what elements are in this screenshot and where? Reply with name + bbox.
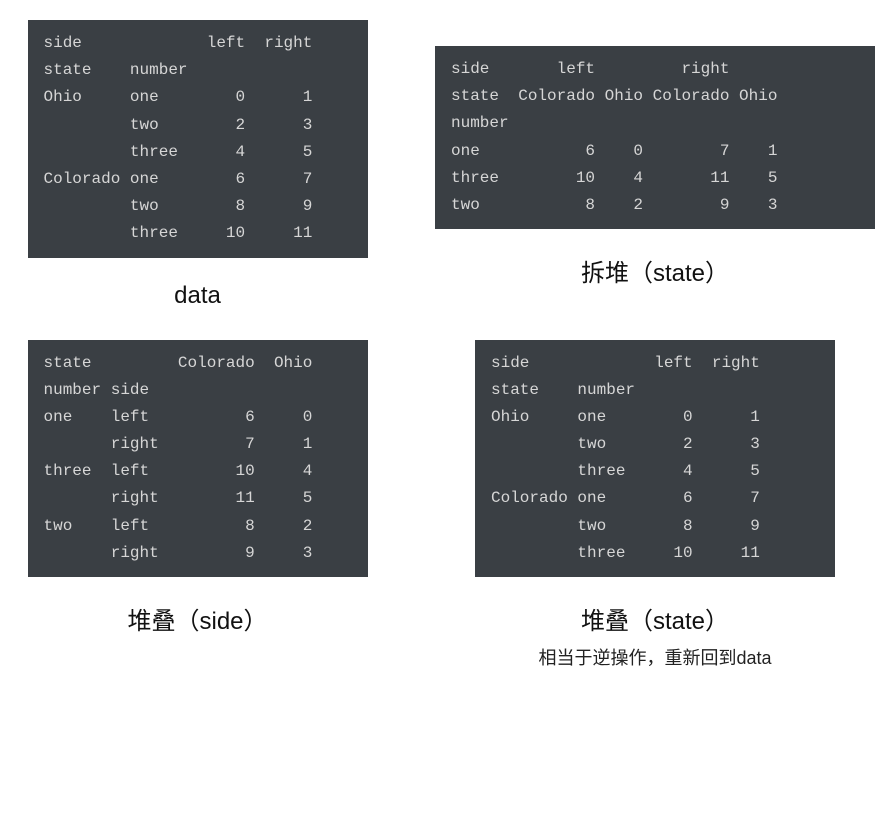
caption-unstack-state: 拆堆（state） bbox=[581, 253, 729, 288]
caption-stack-state: 堆叠（state） bbox=[581, 601, 729, 636]
panel-unstack-state: side left right state Colorado Ohio Colo… bbox=[435, 46, 875, 310]
unstack-state-output: side left right state Colorado Ohio Colo… bbox=[435, 46, 875, 229]
caption-data: data bbox=[174, 282, 221, 310]
stack-state-output: side left right state number Ohio one 0 … bbox=[475, 340, 835, 578]
panel-stack-side: state Colorado Ohio number side one left… bbox=[20, 340, 375, 671]
stack-side-output: state Colorado Ohio number side one left… bbox=[28, 340, 368, 578]
subcaption-stack-state: 相当于逆操作，重新回到data bbox=[538, 644, 771, 670]
panel-data: side left right state number Ohio one 0 … bbox=[20, 20, 375, 310]
caption-stack-side: 堆叠（side） bbox=[127, 601, 267, 636]
data-output: side left right state number Ohio one 0 … bbox=[28, 20, 368, 258]
panel-stack-state: side left right state number Ohio one 0 … bbox=[435, 340, 875, 671]
